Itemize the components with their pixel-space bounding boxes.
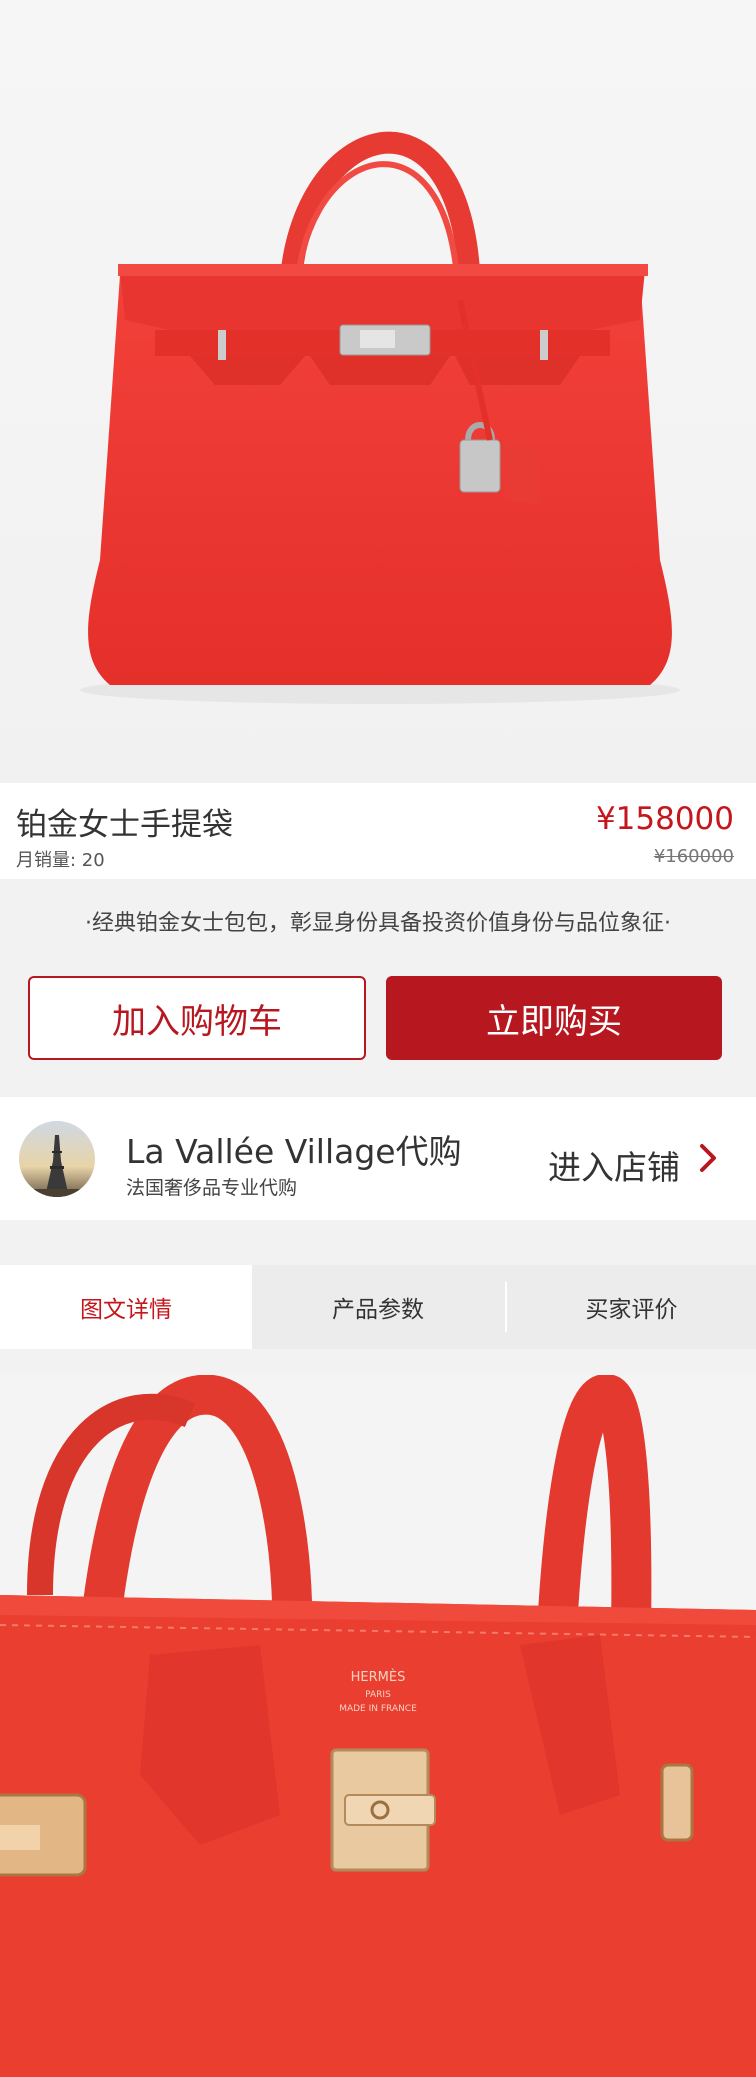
- product-image[interactable]: [0, 0, 756, 783]
- current-price: ¥158000: [595, 801, 734, 837]
- bag-illustration: [80, 131, 680, 704]
- eiffel-tower-icon: [19, 1121, 95, 1197]
- brand-logo-line3: MADE IN FRANCE: [339, 1704, 417, 1714]
- shop-name: La Vallée Village代购: [126, 1132, 462, 1171]
- chevron-right-icon[interactable]: [692, 1141, 726, 1175]
- product-title: 铂金女士手提袋: [16, 807, 233, 843]
- add-to-cart-button[interactable]: 加入购物车: [28, 976, 366, 1060]
- bag-closeup-illustration: HERMÈS PARIS MADE IN FRANCE: [0, 1375, 756, 2077]
- brand-logo-line2: PARIS: [365, 1690, 391, 1700]
- tab-product-params[interactable]: 产品参数: [252, 1265, 504, 1349]
- detail-tabs: 图文详情 产品参数 买家评价: [0, 1265, 756, 1349]
- shop-avatar[interactable]: [19, 1121, 95, 1197]
- brand-logo-text: HERMÈS: [351, 1669, 406, 1685]
- shop-description: 法国奢侈品专业代购: [126, 1177, 298, 1199]
- buy-now-button[interactable]: 立即购买: [386, 976, 722, 1060]
- detail-image[interactable]: HERMÈS PARIS MADE IN FRANCE: [0, 1375, 756, 2077]
- monthly-sales: 月销量: 20: [16, 850, 105, 871]
- product-slogan: ·经典铂金女士包包，彰显身份具备投资价值身份与品位象征·: [85, 911, 671, 936]
- original-price: ¥160000: [653, 846, 734, 867]
- shop-row[interactable]: La Vallée Village代购 法国奢侈品专业代购 进入店铺: [0, 1097, 756, 1220]
- enter-shop-link[interactable]: 进入店铺: [548, 1141, 680, 1189]
- tab-image-details[interactable]: 图文详情: [0, 1265, 252, 1349]
- tab-buyer-reviews[interactable]: 买家评价: [507, 1265, 756, 1349]
- product-info: 铂金女士手提袋 月销量: 20 ¥158000 ¥160000: [0, 783, 756, 879]
- product-page: 铂金女士手提袋 月销量: 20 ¥158000 ¥160000 ·经典铂金女士包…: [0, 0, 756, 2077]
